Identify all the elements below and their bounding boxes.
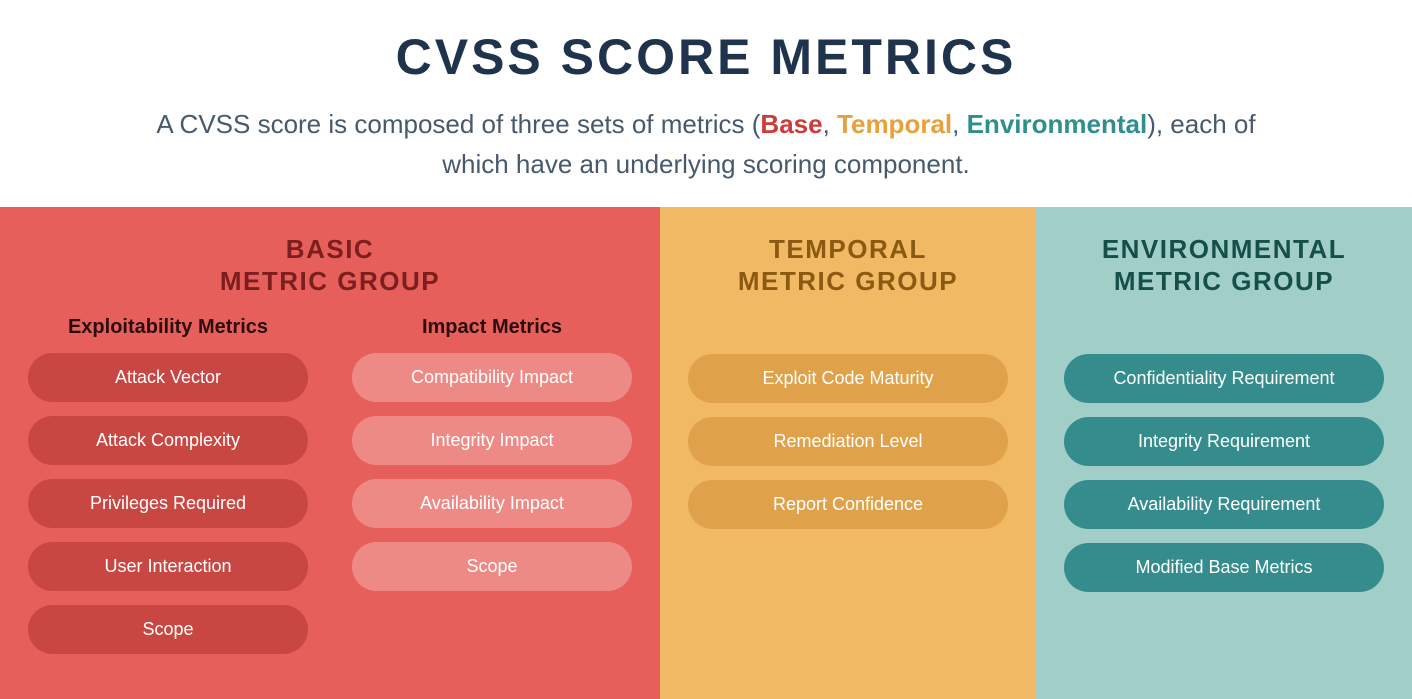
group-environmental-title-line1: ENVIRONMENTAL: [1102, 234, 1346, 264]
group-temporal-title-line1: TEMPORAL: [769, 234, 927, 264]
exploitability-list: Attack Vector Attack Complexity Privileg…: [28, 353, 308, 654]
header: CVSS SCORE METRICS A CVSS score is compo…: [0, 0, 1412, 207]
accent-base: Base: [760, 109, 822, 139]
accent-environmental: Environmental: [967, 109, 1148, 139]
group-basic: BASIC METRIC GROUP Exploitability Metric…: [0, 207, 660, 699]
subgroup-impact: Impact Metrics Compatibility Impact Inte…: [352, 316, 632, 654]
subgroup-exploitability: Exploitability Metrics Attack Vector Att…: [28, 316, 308, 654]
metric-attack-vector: Attack Vector: [28, 353, 308, 402]
metric-integrity-requirement: Integrity Requirement: [1064, 417, 1384, 466]
sep2: ,: [952, 109, 966, 139]
metric-report-confidence: Report Confidence: [688, 480, 1008, 529]
metric-remediation-level: Remediation Level: [688, 417, 1008, 466]
subtitle-prefix: A CVSS score is composed of three sets o…: [156, 109, 760, 139]
group-temporal-title-line2: METRIC GROUP: [738, 266, 958, 296]
group-environmental-title-line2: METRIC GROUP: [1114, 266, 1334, 296]
group-temporal: TEMPORAL METRIC GROUP Exploit Code Matur…: [660, 207, 1036, 699]
metric-confidentiality-requirement: Confidentiality Requirement: [1064, 354, 1384, 403]
metric-availability-impact: Availability Impact: [352, 479, 632, 528]
metric-privileges-required: Privileges Required: [28, 479, 308, 528]
metric-availability-requirement: Availability Requirement: [1064, 480, 1384, 529]
metric-scope-exploit: Scope: [28, 605, 308, 654]
group-environmental: ENVIRONMENTAL METRIC GROUP Confidentiali…: [1036, 207, 1412, 699]
basic-subcolumns: Exploitability Metrics Attack Vector Att…: [28, 316, 632, 654]
metric-scope-impact: Scope: [352, 542, 632, 591]
metric-compatibility-impact: Compatibility Impact: [352, 353, 632, 402]
subgroup-impact-title: Impact Metrics: [352, 316, 632, 339]
temporal-list: Exploit Code Maturity Remediation Level …: [688, 354, 1008, 529]
accent-temporal: Temporal: [837, 109, 952, 139]
metric-exploit-code-maturity: Exploit Code Maturity: [688, 354, 1008, 403]
group-basic-title: BASIC METRIC GROUP: [28, 233, 632, 298]
metric-attack-complexity: Attack Complexity: [28, 416, 308, 465]
metric-modified-base-metrics: Modified Base Metrics: [1064, 543, 1384, 592]
impact-list: Compatibility Impact Integrity Impact Av…: [352, 353, 632, 591]
sep1: ,: [823, 109, 837, 139]
metric-user-interaction: User Interaction: [28, 542, 308, 591]
subgroup-exploitability-title: Exploitability Metrics: [28, 316, 308, 339]
environmental-list: Confidentiality Requirement Integrity Re…: [1064, 354, 1384, 592]
group-basic-title-line1: BASIC: [286, 234, 374, 264]
group-basic-title-line2: METRIC GROUP: [220, 266, 440, 296]
page-title: CVSS SCORE METRICS: [40, 28, 1372, 86]
metric-integrity-impact: Integrity Impact: [352, 416, 632, 465]
columns: BASIC METRIC GROUP Exploitability Metric…: [0, 207, 1412, 699]
page-subtitle: A CVSS score is composed of three sets o…: [156, 104, 1256, 185]
group-temporal-title: TEMPORAL METRIC GROUP: [688, 233, 1008, 298]
group-environmental-title: ENVIRONMENTAL METRIC GROUP: [1064, 233, 1384, 298]
